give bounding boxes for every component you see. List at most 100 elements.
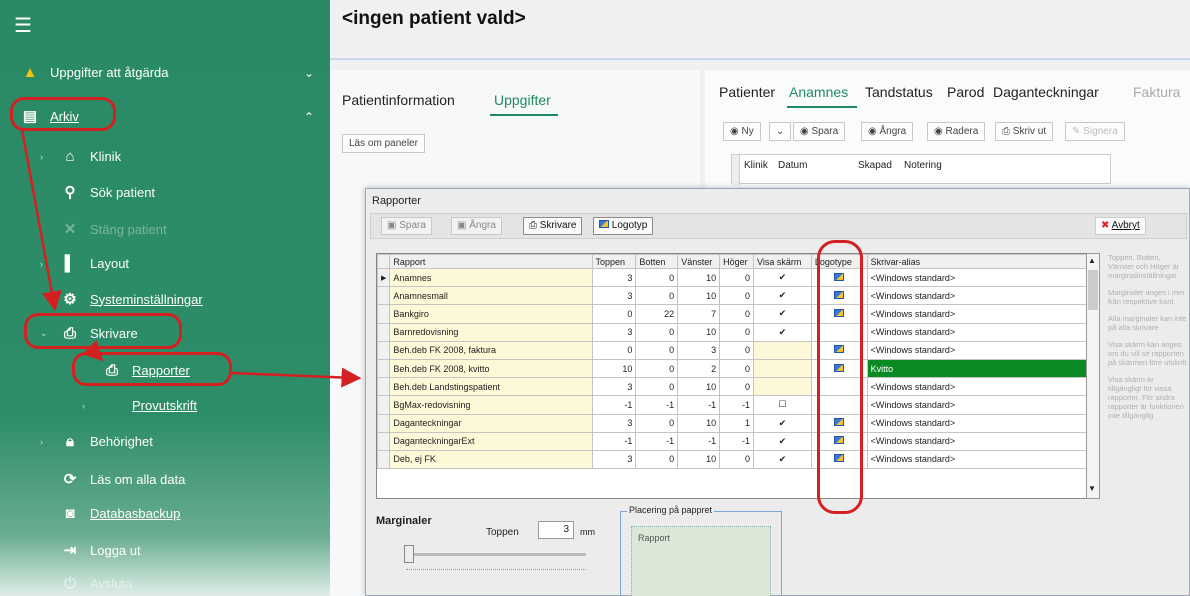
table-row[interactable]: Beh.deb FK 2008, kvitto 10 0 2 0 Kvitto [377, 358, 1087, 379]
cell-skrivar-alias[interactable]: <Windows standard> [866, 286, 1087, 306]
column-header-toppen[interactable]: Toppen [591, 254, 637, 269]
tab-faktura[interactable]: Faktura [1133, 84, 1180, 100]
cell-toppen[interactable]: 3 [591, 449, 637, 470]
table-row[interactable]: Deb, ej FK 3 0 10 0 ✔ <Windows standard> [377, 449, 1087, 470]
cell-vanster[interactable]: 10 [677, 322, 721, 342]
sidebar-item-klinik[interactable]: › ⌂ Klinik [40, 148, 121, 165]
cell-visa-skarm[interactable] [753, 340, 812, 360]
new-button[interactable]: ◉ Ny [723, 122, 761, 141]
margin-top-input[interactable]: 3 [538, 521, 574, 539]
dropdown-button[interactable]: ⌄ [769, 122, 792, 141]
cell-hoger[interactable]: 0 [719, 340, 755, 360]
save-button[interactable]: ◉ Spara [793, 122, 846, 141]
cell-skrivar-alias[interactable]: <Windows standard> [866, 322, 1087, 342]
printer-button[interactable]: ⎙ Skrivare [523, 217, 583, 235]
undo-button[interactable]: ▣ Ångra [451, 217, 502, 235]
scroll-down-icon[interactable]: ▼ [1088, 484, 1096, 493]
cell-skrivar-alias[interactable]: <Windows standard> [866, 449, 1087, 470]
undo-button[interactable]: ◉ Ångra [861, 122, 914, 141]
cell-toppen[interactable]: -1 [591, 431, 637, 451]
sidebar-item-sok-patient[interactable]: ⚲ Sök patient [60, 183, 156, 201]
table-row[interactable]: DaganteckningarExt -1 -1 -1 -1 ✔ <Windows stan… [377, 431, 1087, 451]
cell-rapport[interactable]: Barnredovisning [389, 322, 593, 342]
cell-vanster[interactable]: 2 [677, 358, 721, 379]
sign-button[interactable]: ✎ Signera [1065, 122, 1125, 141]
column-header-visa-skarm[interactable]: Visa skärm [753, 254, 812, 269]
cell-rapport[interactable]: Anamnes [389, 267, 593, 288]
cell-skrivar-alias[interactable]: <Windows standard> [866, 377, 1087, 397]
cell-vanster[interactable]: 10 [677, 377, 721, 397]
cell-botten[interactable]: 0 [635, 377, 679, 397]
column-header-rapport[interactable]: Rapport [389, 254, 593, 269]
column-header-botten[interactable]: Botten [635, 254, 679, 269]
chevron-down-icon[interactable]: ⌄ [304, 66, 314, 80]
cell-rapport[interactable]: Beh.deb Landstingspatient [389, 377, 593, 397]
cell-botten[interactable]: 0 [635, 358, 679, 379]
table-row[interactable]: BgMax-redovisning -1 -1 -1 -1 ☐ <Windows stand… [377, 395, 1087, 415]
cell-hoger[interactable]: 1 [719, 413, 755, 433]
cell-hoger[interactable]: 0 [719, 286, 755, 306]
table-row[interactable]: Daganteckningar 3 0 10 1 ✔ <Windows standard> [377, 413, 1087, 433]
cell-botten[interactable]: 0 [635, 267, 679, 288]
scroll-up-icon[interactable]: ▲ [1088, 256, 1096, 265]
cell-skrivar-alias[interactable]: <Windows standard> [866, 304, 1087, 324]
sidebar-item-systeminstallningar[interactable]: ⚙ Systeminställningar [60, 290, 202, 308]
cell-vanster[interactable]: 10 [677, 286, 721, 306]
cell-visa-skarm[interactable]: ✔ [753, 304, 812, 324]
cell-rapport[interactable]: Anamnesmall [389, 286, 593, 306]
cell-hoger[interactable]: -1 [719, 431, 755, 451]
table-row[interactable]: Bankgiro 0 22 7 0 ✔ <Windows standard> [377, 304, 1087, 324]
sidebar-item-stang-patient[interactable]: ✕ Stäng patient [60, 220, 167, 238]
cell-visa-skarm[interactable]: ✔ [753, 286, 812, 306]
cell-toppen[interactable]: 0 [591, 304, 637, 324]
logotype-button[interactable]: Logotyp [593, 217, 654, 235]
delete-button[interactable]: ◉ Radera [927, 122, 986, 141]
cell-hoger[interactable]: 0 [719, 358, 755, 379]
cell-hoger[interactable]: -1 [719, 395, 755, 415]
cell-toppen[interactable]: 3 [591, 377, 637, 397]
table-row[interactable]: Beh.deb FK 2008, faktura 0 0 3 0 <Windows sta… [377, 340, 1087, 360]
cell-skrivar-alias[interactable]: Kvitto [866, 358, 1087, 379]
cell-hoger[interactable]: 0 [719, 449, 755, 470]
sidebar-item-behorighet[interactable]: › 🔒︎ Behörighet [40, 433, 153, 450]
cell-botten[interactable]: 0 [635, 286, 679, 306]
cell-skrivar-alias[interactable]: <Windows standard> [866, 395, 1087, 415]
cell-hoger[interactable]: 0 [719, 304, 755, 324]
sidebar-item-databasbackup[interactable]: ◙ Databasbackup [60, 505, 180, 522]
cell-botten[interactable]: 0 [635, 413, 679, 433]
cell-toppen[interactable]: 10 [591, 358, 637, 379]
cell-toppen[interactable]: 3 [591, 413, 637, 433]
cell-botten[interactable]: -1 [635, 395, 679, 415]
cell-toppen[interactable]: -1 [591, 395, 637, 415]
cell-vanster[interactable]: 3 [677, 340, 721, 360]
sidebar-item-layout[interactable]: › ▌ Layout [40, 255, 129, 272]
sidebar-item-provutskrift[interactable]: › Provutskrift [82, 398, 197, 413]
margin-slider-track[interactable] [406, 553, 586, 556]
sidebar-item-avsluta[interactable]: ⏻ Avsluta [60, 575, 132, 592]
column-header-skapad[interactable]: Skapad [858, 160, 892, 171]
cell-toppen[interactable]: 3 [591, 267, 637, 288]
cell-hoger[interactable]: 0 [719, 322, 755, 342]
tab-parod[interactable]: Parod [947, 84, 984, 100]
table-row[interactable]: ▶ Anamnes 3 0 10 0 ✔ <Windows standard> [377, 267, 1087, 288]
cell-toppen[interactable]: 3 [591, 286, 637, 306]
tab-daganteckningar[interactable]: Daganteckningar [993, 84, 1099, 100]
reload-panels-button[interactable]: Läs om paneler [342, 134, 425, 153]
cell-visa-skarm[interactable]: ✔ [753, 413, 812, 433]
cell-botten[interactable]: -1 [635, 431, 679, 451]
cell-visa-skarm[interactable] [753, 358, 812, 379]
column-header-vanster[interactable]: Vänster [677, 254, 721, 269]
cell-rapport[interactable]: Daganteckningar [389, 413, 593, 433]
cell-visa-skarm[interactable]: ✔ [753, 322, 812, 342]
tab-tandstatus[interactable]: Tandstatus [865, 84, 933, 100]
cell-vanster[interactable]: -1 [677, 431, 721, 451]
cell-rapport[interactable]: Deb, ej FK [389, 449, 593, 470]
cell-skrivar-alias[interactable]: <Windows standard> [866, 413, 1087, 433]
table-row[interactable]: Beh.deb Landstingspatient 3 0 10 0 <Windows s… [377, 377, 1087, 397]
cell-rapport[interactable]: Beh.deb FK 2008, kvitto [389, 358, 593, 379]
column-header-klinik[interactable]: Klinik [744, 160, 768, 171]
cell-botten[interactable]: 0 [635, 322, 679, 342]
cell-rapport[interactable]: DaganteckningarExt [389, 431, 593, 451]
cell-botten[interactable]: 22 [635, 304, 679, 324]
cell-vanster[interactable]: 7 [677, 304, 721, 324]
